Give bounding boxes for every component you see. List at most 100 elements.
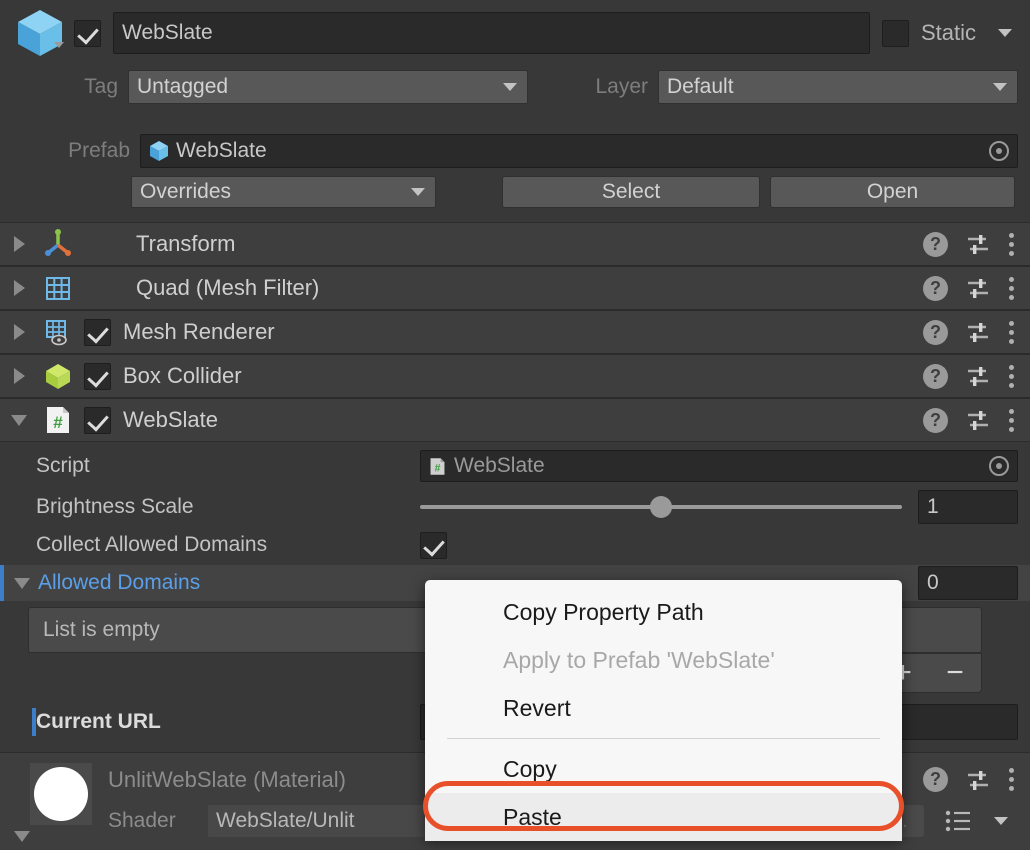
preset-sliders-icon[interactable] <box>966 232 990 256</box>
list-remove-button[interactable]: − <box>946 658 964 688</box>
menu-item-paste[interactable]: Paste <box>425 793 902 841</box>
chevron-down-icon <box>411 188 425 196</box>
property-row-script: Script # WebSlate <box>0 449 1030 483</box>
static-checkbox[interactable] <box>882 20 909 47</box>
prefab-asset-field[interactable]: WebSlate <box>140 134 1018 168</box>
allowed-domains-size-input[interactable]: 0 <box>918 566 1018 600</box>
chevron-right-icon <box>14 236 25 252</box>
layer-dropdown[interactable]: Default <box>658 70 1018 104</box>
brightness-scale-value: 1 <box>927 495 939 519</box>
preset-sliders-icon[interactable] <box>966 320 990 344</box>
brightness-scale-slider[interactable] <box>420 505 918 509</box>
component-enabled-checkbox[interactable] <box>84 407 111 434</box>
preset-sliders-icon[interactable] <box>966 364 990 388</box>
collect-allowed-domains-label: Collect Allowed Domains <box>0 533 420 557</box>
object-picker-icon[interactable] <box>989 141 1009 161</box>
allowed-domains-empty-text: List is empty <box>43 618 160 642</box>
slider-thumb[interactable] <box>650 496 672 518</box>
kebab-menu-icon[interactable] <box>1008 233 1014 256</box>
foldout-toggle[interactable] <box>0 324 38 340</box>
preset-sliders-icon[interactable] <box>966 276 990 300</box>
prefab-override-bar <box>32 708 36 736</box>
gameobject-name-input[interactable]: WebSlate <box>113 12 870 54</box>
tag-dropdown[interactable]: Untagged <box>128 70 528 104</box>
gameobject-header-row: WebSlate Static <box>0 12 1030 54</box>
script-value: WebSlate <box>454 454 545 478</box>
chevron-down-icon <box>14 831 30 842</box>
help-icon[interactable]: ? <box>923 232 948 257</box>
shader-value: WebSlate/Unlit <box>216 809 355 833</box>
shader-label: Shader <box>108 809 176 833</box>
kebab-menu-icon[interactable] <box>1008 277 1014 300</box>
open-button-label: Open <box>867 180 918 204</box>
tag-layer-row: Tag Untagged Layer Default <box>0 68 1030 106</box>
component-title: WebSlate <box>123 407 218 433</box>
chevron-right-icon <box>14 280 25 296</box>
prefab-cube-icon[interactable] <box>8 8 70 58</box>
object-picker-icon[interactable] <box>989 456 1009 476</box>
preset-sliders-icon[interactable] <box>966 768 990 792</box>
gameobject-icon-dropdown-caret[interactable] <box>54 42 64 48</box>
prefab-label: Prefab <box>0 139 140 163</box>
allowed-domains-foldout[interactable] <box>0 578 38 589</box>
help-icon[interactable]: ? <box>923 767 948 792</box>
menu-separator <box>447 738 880 739</box>
transform-gizmo-icon <box>38 228 78 260</box>
prefab-cube-icon <box>149 140 169 162</box>
brightness-scale-value-input[interactable]: 1 <box>918 490 1018 524</box>
svg-text:#: # <box>53 413 63 432</box>
static-label: Static <box>921 20 976 46</box>
overrides-dropdown[interactable]: Overrides <box>131 176 436 208</box>
kebab-menu-icon[interactable] <box>1008 365 1014 388</box>
component-enabled-checkbox[interactable] <box>84 363 111 390</box>
foldout-toggle[interactable] <box>0 415 38 426</box>
component-title: Box Collider <box>123 363 242 389</box>
foldout-toggle[interactable] <box>0 280 38 296</box>
list-view-icon[interactable] <box>944 809 972 833</box>
kebab-menu-icon[interactable] <box>1008 409 1014 432</box>
component-header-mesh-renderer[interactable]: Mesh Renderer ? <box>0 310 1030 354</box>
component-header-mesh-filter[interactable]: Quad (Mesh Filter) ? <box>0 266 1030 310</box>
gameobject-enabled-checkbox[interactable] <box>74 20 101 47</box>
material-preview-thumbnail <box>30 763 92 825</box>
static-dropdown-caret[interactable] <box>998 29 1012 37</box>
component-enabled-checkbox[interactable] <box>84 319 111 346</box>
foldout-toggle[interactable] <box>0 236 38 252</box>
component-header-box-collider[interactable]: Box Collider ? <box>0 354 1030 398</box>
component-title: Transform <box>136 231 235 257</box>
collect-allowed-domains-checkbox[interactable] <box>420 532 447 559</box>
help-icon[interactable]: ? <box>923 320 948 345</box>
help-icon[interactable]: ? <box>923 276 948 301</box>
menu-item-copy-property-path[interactable]: Copy Property Path <box>425 588 902 636</box>
foldout-toggle[interactable] <box>0 368 38 384</box>
brightness-scale-label: Brightness Scale <box>0 495 420 519</box>
tag-value: Untagged <box>137 75 228 99</box>
select-button[interactable]: Select <box>502 176 760 208</box>
component-header-transform[interactable]: Transform ? <box>0 222 1030 266</box>
cs-script-icon: # <box>429 457 446 476</box>
help-icon[interactable]: ? <box>923 408 948 433</box>
menu-item-copy[interactable]: Copy <box>425 745 902 793</box>
kebab-menu-icon[interactable] <box>1008 768 1014 791</box>
layer-label: Layer <box>528 75 658 99</box>
component-title: Quad (Mesh Filter) <box>136 275 319 301</box>
tag-label: Tag <box>0 75 128 99</box>
script-object-field[interactable]: # WebSlate <box>420 450 1018 482</box>
chevron-down-icon <box>11 415 27 426</box>
menu-item-apply-to-prefab: Apply to Prefab 'WebSlate' <box>425 636 902 684</box>
chevron-right-icon <box>14 368 25 384</box>
component-header-webslate[interactable]: # WebSlate ? <box>0 398 1030 442</box>
material-foldout[interactable] <box>14 831 30 842</box>
help-icon[interactable]: ? <box>923 364 948 389</box>
current-url-label: Current URL <box>0 710 420 734</box>
gameobject-name-value: WebSlate <box>122 21 213 45</box>
chevron-down-icon[interactable] <box>994 817 1008 825</box>
kebab-menu-icon[interactable] <box>1008 321 1014 344</box>
open-button[interactable]: Open <box>770 176 1015 208</box>
cs-script-icon: # <box>38 404 78 436</box>
menu-item-revert[interactable]: Revert <box>425 684 902 732</box>
preset-sliders-icon[interactable] <box>966 408 990 432</box>
svg-text:#: # <box>435 462 441 474</box>
material-title: UnlitWebSlate (Material) <box>108 767 346 793</box>
prefab-override-bar <box>0 565 4 601</box>
